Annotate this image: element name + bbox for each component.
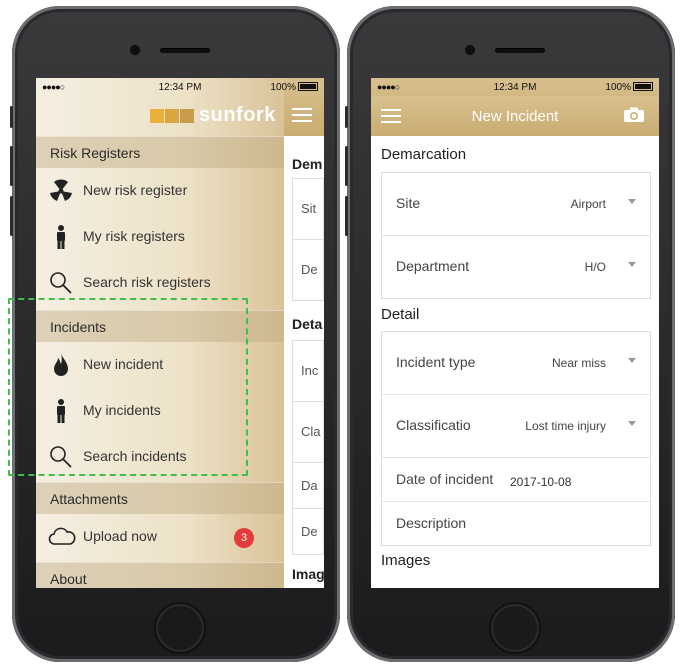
menu-item-label: Search risk registers [83,274,211,290]
person-icon [48,224,74,250]
classification-field[interactable]: Classificatio Lost time injury [382,395,650,458]
department-field[interactable]: Department H/O [382,236,650,298]
mute-switch [345,106,348,128]
menu-item-label: My risk registers [83,228,185,244]
detail-group: Incident type Near miss Classificatio Lo… [381,331,651,546]
search-icon [48,270,74,296]
battery-percent: 100% [605,82,631,93]
field-value: 2017-10-08 [510,475,572,489]
dropdown-caret-icon [628,199,636,204]
battery-icon [633,82,653,91]
field-label: Date of incident [396,471,494,487]
field-value: Airport [570,197,606,211]
front-camera [130,45,140,55]
front-camera [465,45,475,55]
field-value: Lost time injury [525,419,606,433]
peek-section-demarcation: Dem [292,156,323,172]
section-title-detail: Detail [381,306,420,323]
sunfork-logo: sunfork [150,104,276,126]
field-value: Near miss [551,356,606,370]
dropdown-caret-icon [628,358,636,363]
field-label: Site [396,195,421,211]
demarcation-group: Site Airport Department H/O [381,172,651,299]
field-value: H/O [584,260,606,274]
navbar: New Incident [371,96,659,136]
battery-indicator: 100% [270,82,318,93]
incidents-highlight-box [8,298,248,476]
menu-item-label: New risk register [83,182,188,198]
peek-demarcation-box: Sit De [292,178,324,301]
status-bar: ●●●●○ 12:34 PM 100% [371,78,659,96]
menu-item-label: Upload now [83,528,157,544]
page-title: New Incident [471,108,559,125]
menu-item-new-risk-register[interactable]: New risk register [36,168,284,213]
incident-type-field[interactable]: Incident type Near miss [382,332,650,395]
peek-detail-box: Inc Cla Da De [292,340,324,555]
right-phone-frame: ●●●●○ 12:34 PM 100% New Incident Demarca… [345,6,675,662]
logo-wordmark: sunfork [199,104,276,126]
home-button[interactable] [154,602,206,654]
field-label: Incident type [396,354,476,370]
field-label: Description [396,515,467,531]
status-bar: ●●●●○ 12:34 PM 100% [36,78,324,96]
peek-section-images: Imag [292,566,324,582]
earpiece-speaker [160,48,210,53]
section-header-risk-registers: Risk Registers [36,136,284,168]
menu-item-my-risk-registers[interactable]: My risk registers [36,214,284,259]
section-header-about[interactable]: About [36,562,284,588]
peek-cell: Inc [293,341,323,402]
volume-up-button [345,146,348,186]
peek-cell: Cla [293,402,323,463]
camera-icon[interactable] [623,107,645,123]
dropdown-caret-icon [628,421,636,426]
section-title-demarcation: Demarcation [381,146,467,163]
peek-cell: Da [293,463,323,509]
peek-cell: De [301,524,318,539]
earpiece-speaker [495,48,545,53]
volume-up-button [10,146,13,186]
incident-form: Demarcation Site Airport Department H/O … [371,136,659,588]
peek-cell: De [301,262,318,277]
menu-item-upload-now[interactable]: Upload now 3 [36,514,284,559]
dropdown-caret-icon [628,262,636,267]
mute-switch [10,106,13,128]
volume-down-button [345,196,348,236]
right-screen: ●●●●○ 12:34 PM 100% New Incident Demarca… [371,78,659,588]
volume-down-button [10,196,13,236]
field-label: Classificatio [396,417,471,433]
description-field[interactable]: Description [382,502,650,545]
peek-section-detail: Deta [292,316,323,332]
battery-percent: 100% [270,82,296,93]
battery-indicator: 100% [605,82,653,93]
site-field[interactable]: Site Airport [382,173,650,236]
peek-cell: Sit [293,179,323,240]
battery-icon [298,82,318,91]
section-title-images: Images [381,552,431,569]
upload-count-badge: 3 [234,528,254,548]
field-label: Department [396,258,470,274]
cloud-icon [48,524,76,550]
section-header-attachments: Attachments [36,482,284,514]
hamburger-menu-icon[interactable] [292,108,312,122]
radiation-icon [48,178,74,204]
date-of-incident-field[interactable]: Date of incident 2017-10-08 [382,458,650,502]
home-button[interactable] [489,602,541,654]
